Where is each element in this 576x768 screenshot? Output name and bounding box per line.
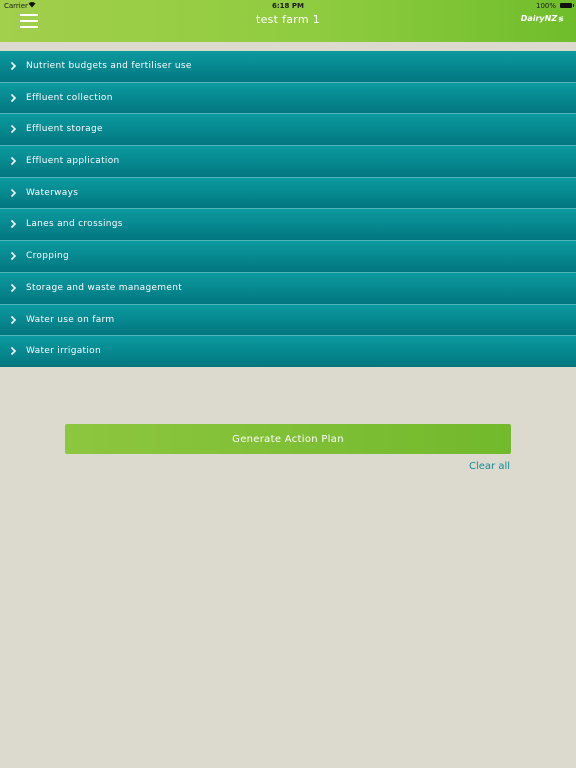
chevron-right-icon	[10, 220, 17, 229]
section-item[interactable]: Water irrigation	[0, 336, 576, 367]
section-label: Waterways	[26, 187, 79, 198]
battery-percent: 100%	[535, 2, 556, 10]
chevron-right-icon	[10, 61, 17, 71]
section-item[interactable]: Waterways	[0, 177, 576, 210]
generate-action-plan-button[interactable]: Generate Action Plan	[65, 424, 511, 454]
section-item[interactable]: Cropping	[0, 241, 576, 273]
section-label: Effluent storage	[26, 124, 103, 135]
status-time: 6:18 PM	[272, 2, 304, 10]
dairynz-logo: DairyNZ≶	[520, 14, 564, 23]
section-label: Water irrigation	[26, 346, 101, 357]
section-label: Storage and waste management	[26, 282, 183, 293]
section-item[interactable]: Nutrient budgets and fertiliser use	[0, 51, 576, 83]
chevron-right-icon	[10, 156, 17, 166]
section-item[interactable]: Effluent collection	[0, 82, 576, 115]
section-label: Effluent collection	[26, 92, 113, 103]
section-list: Nutrient budgets and fertiliser use Effl…	[0, 51, 576, 367]
section-item[interactable]: Storage and waste management	[0, 272, 576, 305]
section-item[interactable]: Lanes and crossings	[0, 209, 576, 242]
section-item[interactable]: Effluent storage	[0, 114, 576, 147]
chevron-right-icon	[10, 252, 17, 261]
chevron-right-icon	[10, 125, 17, 134]
battery-icon	[560, 3, 574, 8]
page-title: test farm 1	[255, 13, 321, 26]
clear-all-link[interactable]: Clear all	[469, 461, 510, 472]
header-bar: Carrier 6:18 PM 100% test farm 1 DairyNZ…	[0, 0, 576, 42]
chevron-right-icon	[10, 283, 17, 292]
section-label: Lanes and crossings	[26, 219, 123, 230]
chevron-right-icon	[10, 93, 17, 102]
section-label: Cropping	[26, 251, 70, 262]
section-label: Water use on farm	[26, 314, 115, 325]
status-bar: Carrier 6:18 PM 100%	[0, 0, 576, 12]
section-label: Effluent application	[26, 156, 120, 167]
chevron-right-icon	[10, 315, 17, 324]
chevron-right-icon	[10, 347, 17, 356]
section-label: Nutrient budgets and fertiliser use	[26, 61, 192, 71]
section-item[interactable]: Water use on farm	[0, 304, 576, 337]
chevron-right-icon	[10, 188, 17, 197]
section-item[interactable]: Effluent application	[0, 146, 576, 178]
